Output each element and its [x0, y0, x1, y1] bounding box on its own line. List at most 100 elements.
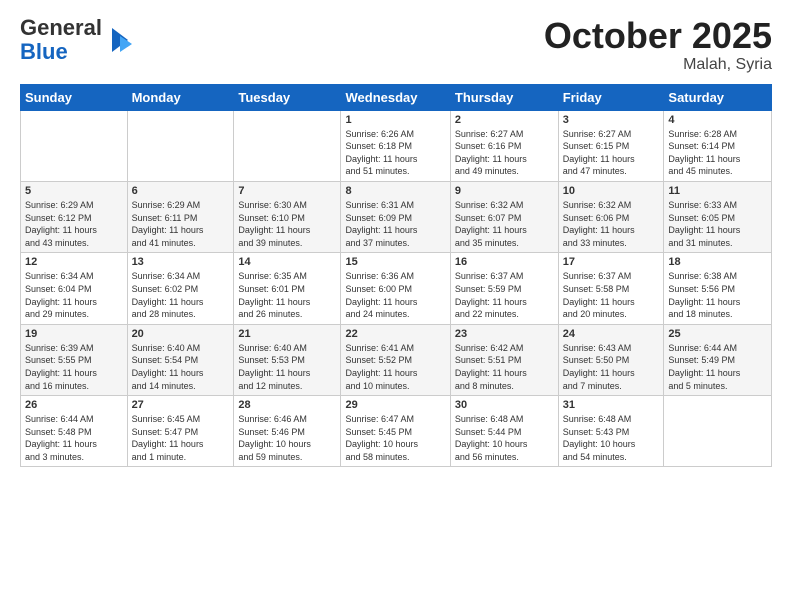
- calendar-cell: 2 Sunrise: 6:27 AM Sunset: 6:16 PM Daylig…: [450, 110, 558, 181]
- header: General Blue October 2025 Malah, Syria: [20, 16, 772, 74]
- day-number: 20: [132, 328, 230, 340]
- day-info: Sunrise: 6:48 AM Sunset: 5:43 PM Dayligh…: [563, 413, 660, 463]
- month-title: October 2025: [544, 16, 772, 56]
- day-number: 18: [668, 256, 767, 268]
- day-info: Sunrise: 6:48 AM Sunset: 5:44 PM Dayligh…: [455, 413, 554, 463]
- day-number: 24: [563, 328, 660, 340]
- day-number: 22: [345, 328, 445, 340]
- day-info: Sunrise: 6:42 AM Sunset: 5:51 PM Dayligh…: [455, 342, 554, 392]
- calendar-cell: [127, 110, 234, 181]
- day-info: Sunrise: 6:37 AM Sunset: 5:59 PM Dayligh…: [455, 270, 554, 320]
- calendar-cell: 18 Sunrise: 6:38 AM Sunset: 5:56 PM Dayli…: [664, 253, 772, 324]
- day-info: Sunrise: 6:31 AM Sunset: 6:09 PM Dayligh…: [345, 199, 445, 249]
- day-info: Sunrise: 6:27 AM Sunset: 6:15 PM Dayligh…: [563, 128, 660, 178]
- calendar-week-row: 5 Sunrise: 6:29 AM Sunset: 6:12 PM Daylig…: [21, 181, 772, 252]
- day-info: Sunrise: 6:32 AM Sunset: 6:07 PM Dayligh…: [455, 199, 554, 249]
- calendar-cell: 23 Sunrise: 6:42 AM Sunset: 5:51 PM Dayli…: [450, 324, 558, 395]
- day-number: 27: [132, 399, 230, 411]
- header-sunday: Sunday: [21, 84, 128, 110]
- day-info: Sunrise: 6:34 AM Sunset: 6:02 PM Dayligh…: [132, 270, 230, 320]
- day-number: 4: [668, 114, 767, 126]
- day-info: Sunrise: 6:45 AM Sunset: 5:47 PM Dayligh…: [132, 413, 230, 463]
- header-friday: Friday: [558, 84, 664, 110]
- day-number: 11: [668, 185, 767, 197]
- day-info: Sunrise: 6:43 AM Sunset: 5:50 PM Dayligh…: [563, 342, 660, 392]
- logo: General Blue: [20, 16, 136, 64]
- header-monday: Monday: [127, 84, 234, 110]
- calendar-cell: 30 Sunrise: 6:48 AM Sunset: 5:44 PM Dayli…: [450, 396, 558, 467]
- day-info: Sunrise: 6:28 AM Sunset: 6:14 PM Dayligh…: [668, 128, 767, 178]
- day-info: Sunrise: 6:29 AM Sunset: 6:12 PM Dayligh…: [25, 199, 123, 249]
- day-info: Sunrise: 6:46 AM Sunset: 5:46 PM Dayligh…: [238, 413, 336, 463]
- location: Malah, Syria: [544, 56, 772, 74]
- logo-icon: [104, 24, 136, 56]
- day-number: 12: [25, 256, 123, 268]
- day-number: 29: [345, 399, 445, 411]
- title-block: October 2025 Malah, Syria: [544, 16, 772, 74]
- day-number: 10: [563, 185, 660, 197]
- day-number: 9: [455, 185, 554, 197]
- day-number: 17: [563, 256, 660, 268]
- calendar-cell: 29 Sunrise: 6:47 AM Sunset: 5:45 PM Dayli…: [341, 396, 450, 467]
- weekday-header-row: Sunday Monday Tuesday Wednesday Thursday…: [21, 84, 772, 110]
- day-info: Sunrise: 6:30 AM Sunset: 6:10 PM Dayligh…: [238, 199, 336, 249]
- day-info: Sunrise: 6:37 AM Sunset: 5:58 PM Dayligh…: [563, 270, 660, 320]
- day-number: 6: [132, 185, 230, 197]
- day-info: Sunrise: 6:40 AM Sunset: 5:54 PM Dayligh…: [132, 342, 230, 392]
- day-number: 31: [563, 399, 660, 411]
- calendar-cell: 20 Sunrise: 6:40 AM Sunset: 5:54 PM Dayli…: [127, 324, 234, 395]
- calendar-cell: 5 Sunrise: 6:29 AM Sunset: 6:12 PM Daylig…: [21, 181, 128, 252]
- day-info: Sunrise: 6:39 AM Sunset: 5:55 PM Dayligh…: [25, 342, 123, 392]
- day-info: Sunrise: 6:38 AM Sunset: 5:56 PM Dayligh…: [668, 270, 767, 320]
- calendar-cell: 24 Sunrise: 6:43 AM Sunset: 5:50 PM Dayli…: [558, 324, 664, 395]
- calendar-cell: 11Sunrise: 6:33 AM Sunset: 6:05 PM Dayli…: [664, 181, 772, 252]
- calendar-cell: 14Sunrise: 6:35 AM Sunset: 6:01 PM Dayli…: [234, 253, 341, 324]
- calendar-cell: 15 Sunrise: 6:36 AM Sunset: 6:00 PM Dayli…: [341, 253, 450, 324]
- day-number: 15: [345, 256, 445, 268]
- day-number: 16: [455, 256, 554, 268]
- day-number: 30: [455, 399, 554, 411]
- calendar-cell: 26 Sunrise: 6:44 AM Sunset: 5:48 PM Dayli…: [21, 396, 128, 467]
- calendar-cell: 31 Sunrise: 6:48 AM Sunset: 5:43 PM Dayli…: [558, 396, 664, 467]
- header-wednesday: Wednesday: [341, 84, 450, 110]
- calendar-cell: 21 Sunrise: 6:40 AM Sunset: 5:53 PM Dayli…: [234, 324, 341, 395]
- calendar-cell: 13 Sunrise: 6:34 AM Sunset: 6:02 PM Dayli…: [127, 253, 234, 324]
- day-info: Sunrise: 6:34 AM Sunset: 6:04 PM Dayligh…: [25, 270, 123, 320]
- day-number: 3: [563, 114, 660, 126]
- day-number: 2: [455, 114, 554, 126]
- day-info: Sunrise: 6:47 AM Sunset: 5:45 PM Dayligh…: [345, 413, 445, 463]
- day-number: 5: [25, 185, 123, 197]
- logo-text: General Blue: [20, 16, 102, 64]
- calendar-cell: 8 Sunrise: 6:31 AM Sunset: 6:09 PM Daylig…: [341, 181, 450, 252]
- calendar-cell: [664, 396, 772, 467]
- calendar-cell: [234, 110, 341, 181]
- calendar-cell: [21, 110, 128, 181]
- day-number: 21: [238, 328, 336, 340]
- day-number: 7: [238, 185, 336, 197]
- day-info: Sunrise: 6:40 AM Sunset: 5:53 PM Dayligh…: [238, 342, 336, 392]
- day-info: Sunrise: 6:27 AM Sunset: 6:16 PM Dayligh…: [455, 128, 554, 178]
- calendar-cell: 6 Sunrise: 6:29 AM Sunset: 6:11 PM Daylig…: [127, 181, 234, 252]
- calendar-cell: 16 Sunrise: 6:37 AM Sunset: 5:59 PM Dayli…: [450, 253, 558, 324]
- calendar-cell: 22Sunrise: 6:41 AM Sunset: 5:52 PM Dayli…: [341, 324, 450, 395]
- day-number: 1: [345, 114, 445, 126]
- calendar-week-row: 26 Sunrise: 6:44 AM Sunset: 5:48 PM Dayli…: [21, 396, 772, 467]
- day-info: Sunrise: 6:32 AM Sunset: 6:06 PM Dayligh…: [563, 199, 660, 249]
- calendar-cell: 12 Sunrise: 6:34 AM Sunset: 6:04 PM Dayli…: [21, 253, 128, 324]
- day-number: 23: [455, 328, 554, 340]
- day-number: 26: [25, 399, 123, 411]
- day-info: Sunrise: 6:29 AM Sunset: 6:11 PM Dayligh…: [132, 199, 230, 249]
- day-number: 14: [238, 256, 336, 268]
- logo-blue: Blue: [20, 39, 68, 64]
- day-info: Sunrise: 6:44 AM Sunset: 5:49 PM Dayligh…: [668, 342, 767, 392]
- day-number: 13: [132, 256, 230, 268]
- calendar-cell: 3 Sunrise: 6:27 AM Sunset: 6:15 PM Daylig…: [558, 110, 664, 181]
- day-info: Sunrise: 6:44 AM Sunset: 5:48 PM Dayligh…: [25, 413, 123, 463]
- day-number: 28: [238, 399, 336, 411]
- calendar-cell: 7 Sunrise: 6:30 AM Sunset: 6:10 PM Daylig…: [234, 181, 341, 252]
- day-number: 8: [345, 185, 445, 197]
- calendar-cell: 25Sunrise: 6:44 AM Sunset: 5:49 PM Dayli…: [664, 324, 772, 395]
- day-info: Sunrise: 6:36 AM Sunset: 6:00 PM Dayligh…: [345, 270, 445, 320]
- calendar-week-row: 19Sunrise: 6:39 AM Sunset: 5:55 PM Dayli…: [21, 324, 772, 395]
- logo-general: General: [20, 15, 102, 40]
